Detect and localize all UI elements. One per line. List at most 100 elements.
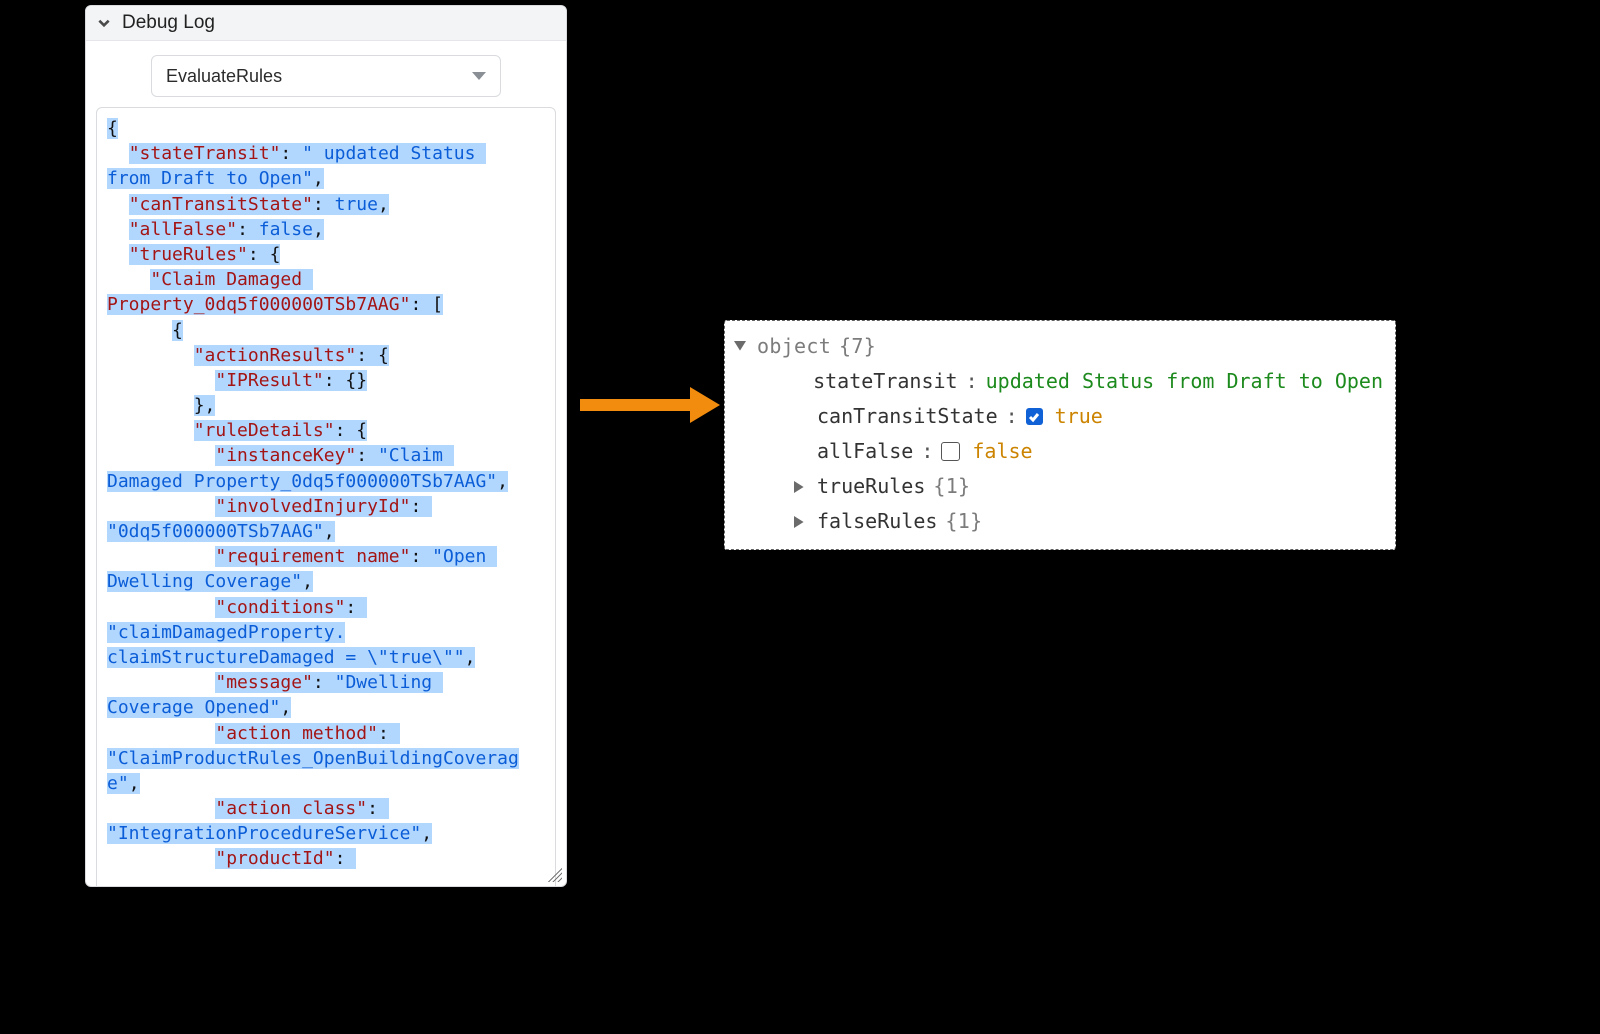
caret-down-icon[interactable] bbox=[731, 341, 749, 353]
tree-row[interactable]: falseRules{1} bbox=[731, 504, 1383, 539]
tree-key: stateTransit bbox=[813, 364, 958, 399]
json-token: "IPResult" bbox=[215, 370, 323, 391]
checkbox-checked-icon bbox=[1026, 408, 1043, 425]
tree-key: trueRules bbox=[817, 469, 925, 504]
json-token: Coverage Opened" bbox=[107, 697, 280, 718]
json-token: : bbox=[237, 219, 259, 240]
tree-row[interactable]: allFalse : false bbox=[731, 434, 1383, 469]
json-token: : bbox=[335, 848, 357, 869]
scope-select[interactable]: EvaluateRules bbox=[151, 55, 501, 97]
json-token: "stateTransit" bbox=[129, 143, 281, 164]
tree-row[interactable]: stateTransit : updated Status from Draft… bbox=[731, 364, 1383, 399]
caret-down-icon bbox=[472, 72, 486, 80]
json-token: "allFalse" bbox=[129, 219, 237, 240]
debug-log-panel: Debug Log EvaluateRules { "stateTransit"… bbox=[85, 5, 567, 887]
json-token bbox=[107, 546, 215, 567]
tree-value: false bbox=[972, 434, 1032, 469]
json-token bbox=[107, 320, 172, 341]
json-token: : bbox=[280, 143, 302, 164]
checkbox-unchecked-icon bbox=[941, 442, 960, 461]
resize-grip-icon[interactable] bbox=[546, 866, 562, 882]
json-token: , bbox=[378, 194, 389, 215]
tree-value: true bbox=[1055, 399, 1103, 434]
json-box-wrap: { "stateTransit": " updated Status from … bbox=[86, 107, 566, 886]
json-token: : bbox=[313, 194, 335, 215]
json-token: "message" bbox=[215, 672, 313, 693]
json-token: : bbox=[410, 496, 432, 517]
json-token: "action method" bbox=[215, 723, 378, 744]
json-token: "ClaimProductRules_OpenBuildingCoverag bbox=[107, 748, 519, 769]
caret-right-icon[interactable] bbox=[791, 516, 809, 528]
json-token bbox=[107, 370, 215, 391]
json-token: : [ bbox=[410, 294, 443, 315]
json-token: false bbox=[259, 219, 313, 240]
json-token bbox=[107, 597, 215, 618]
arrow-head bbox=[690, 387, 720, 423]
json-token: "Claim Damaged bbox=[150, 269, 313, 290]
select-row: EvaluateRules bbox=[86, 41, 566, 107]
json-token: claimStructureDamaged = \"true\"" bbox=[107, 647, 465, 668]
json-token bbox=[107, 244, 129, 265]
tree-root-count: {7} bbox=[839, 329, 876, 364]
json-token: "0dq5f000000TSb7AAG" bbox=[107, 521, 324, 542]
json-token: Property_0dq5f000000TSb7AAG" bbox=[107, 294, 410, 315]
json-token bbox=[107, 194, 129, 215]
tree-colon: : bbox=[1006, 399, 1018, 434]
tree-row[interactable]: canTransitState : true bbox=[731, 399, 1383, 434]
tree-row[interactable]: trueRules{1} bbox=[731, 469, 1383, 504]
json-token: , bbox=[465, 647, 476, 668]
json-token: "ruleDetails" bbox=[194, 420, 335, 441]
json-token: : bbox=[313, 672, 335, 693]
tree-colon: : bbox=[966, 364, 978, 399]
caret-right-icon[interactable] bbox=[791, 481, 809, 493]
json-token: "claimDamagedProperty. bbox=[107, 622, 345, 643]
json-token: "action class" bbox=[215, 798, 367, 819]
json-output[interactable]: { "stateTransit": " updated Status from … bbox=[96, 107, 556, 886]
json-token: "Claim bbox=[378, 445, 454, 466]
json-token: " updated Status bbox=[302, 143, 486, 164]
json-token bbox=[107, 219, 129, 240]
arrow-icon bbox=[580, 390, 720, 420]
tree-key: falseRules bbox=[817, 504, 937, 539]
json-token: "Dwelling bbox=[335, 672, 443, 693]
json-token: }, bbox=[194, 395, 216, 416]
json-token: Damaged Property_0dq5f000000TSb7AAG" bbox=[107, 471, 497, 492]
json-token bbox=[107, 672, 215, 693]
json-token: , bbox=[280, 697, 291, 718]
json-token bbox=[107, 445, 215, 466]
json-token bbox=[107, 143, 129, 164]
json-token: : { bbox=[356, 345, 389, 366]
json-token: , bbox=[302, 571, 313, 592]
json-token bbox=[107, 395, 194, 416]
json-token: "trueRules" bbox=[129, 244, 248, 265]
json-token: : {} bbox=[324, 370, 367, 391]
json-token bbox=[107, 420, 194, 441]
json-token: "instanceKey" bbox=[215, 445, 356, 466]
json-token: : bbox=[356, 445, 378, 466]
panel-header[interactable]: Debug Log bbox=[86, 6, 566, 41]
json-token: , bbox=[129, 773, 140, 794]
json-token: "IntegrationProcedureService" bbox=[107, 823, 421, 844]
json-token bbox=[107, 848, 215, 869]
panel-title: Debug Log bbox=[122, 12, 215, 34]
json-token: "involvedInjuryId" bbox=[215, 496, 410, 517]
json-token: , bbox=[497, 471, 508, 492]
arrow-shaft bbox=[580, 399, 690, 411]
json-token: , bbox=[313, 219, 324, 240]
json-token: e" bbox=[107, 773, 129, 794]
json-token: "actionResults" bbox=[194, 345, 357, 366]
json-token bbox=[107, 798, 215, 819]
json-token: Dwelling Coverage" bbox=[107, 571, 302, 592]
json-token bbox=[107, 496, 215, 517]
tree-value: {1} bbox=[945, 504, 982, 539]
json-token bbox=[107, 269, 150, 290]
json-tree-panel: object {7} stateTransit : updated Status… bbox=[724, 320, 1396, 550]
json-token: : bbox=[345, 597, 367, 618]
json-token: "productId" bbox=[215, 848, 334, 869]
tree-root-row[interactable]: object {7} bbox=[731, 329, 1383, 364]
json-token: "canTransitState" bbox=[129, 194, 313, 215]
json-token: : bbox=[410, 546, 432, 567]
tree-key: canTransitState bbox=[817, 399, 998, 434]
json-token: , bbox=[313, 168, 324, 189]
json-token: { bbox=[107, 118, 118, 139]
